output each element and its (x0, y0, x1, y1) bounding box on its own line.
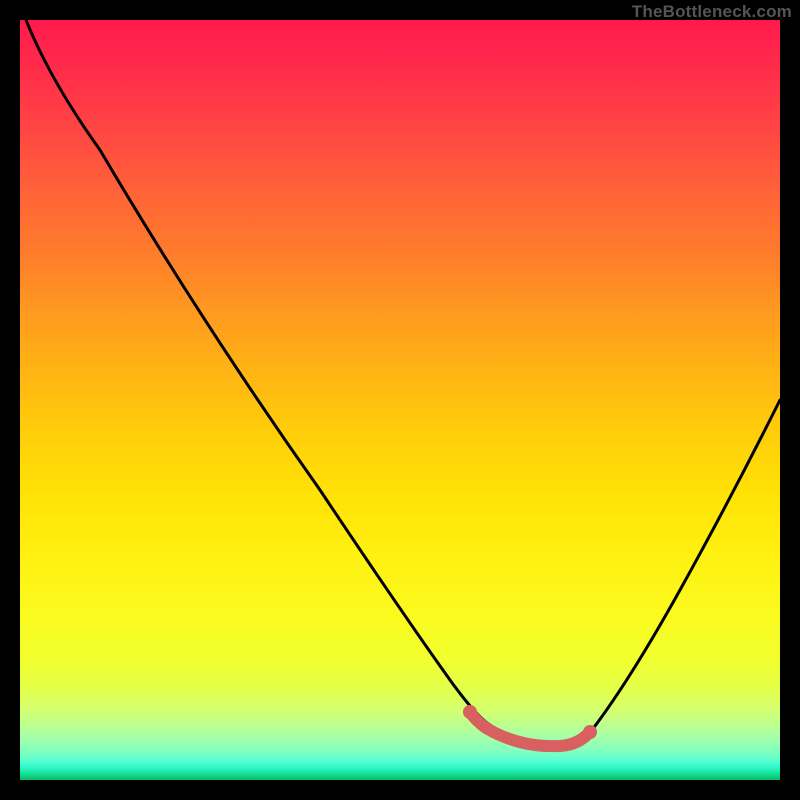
chart-stage: TheBottleneck.com (0, 0, 800, 800)
bottleneck-curve (26, 20, 780, 746)
trough-end-dot (583, 725, 597, 739)
curve-overlay (20, 20, 780, 780)
attribution-label: TheBottleneck.com (632, 2, 792, 22)
optimal-trough-highlight (470, 712, 590, 746)
gradient-plot-area (20, 20, 780, 780)
trough-start-dot (463, 705, 477, 719)
